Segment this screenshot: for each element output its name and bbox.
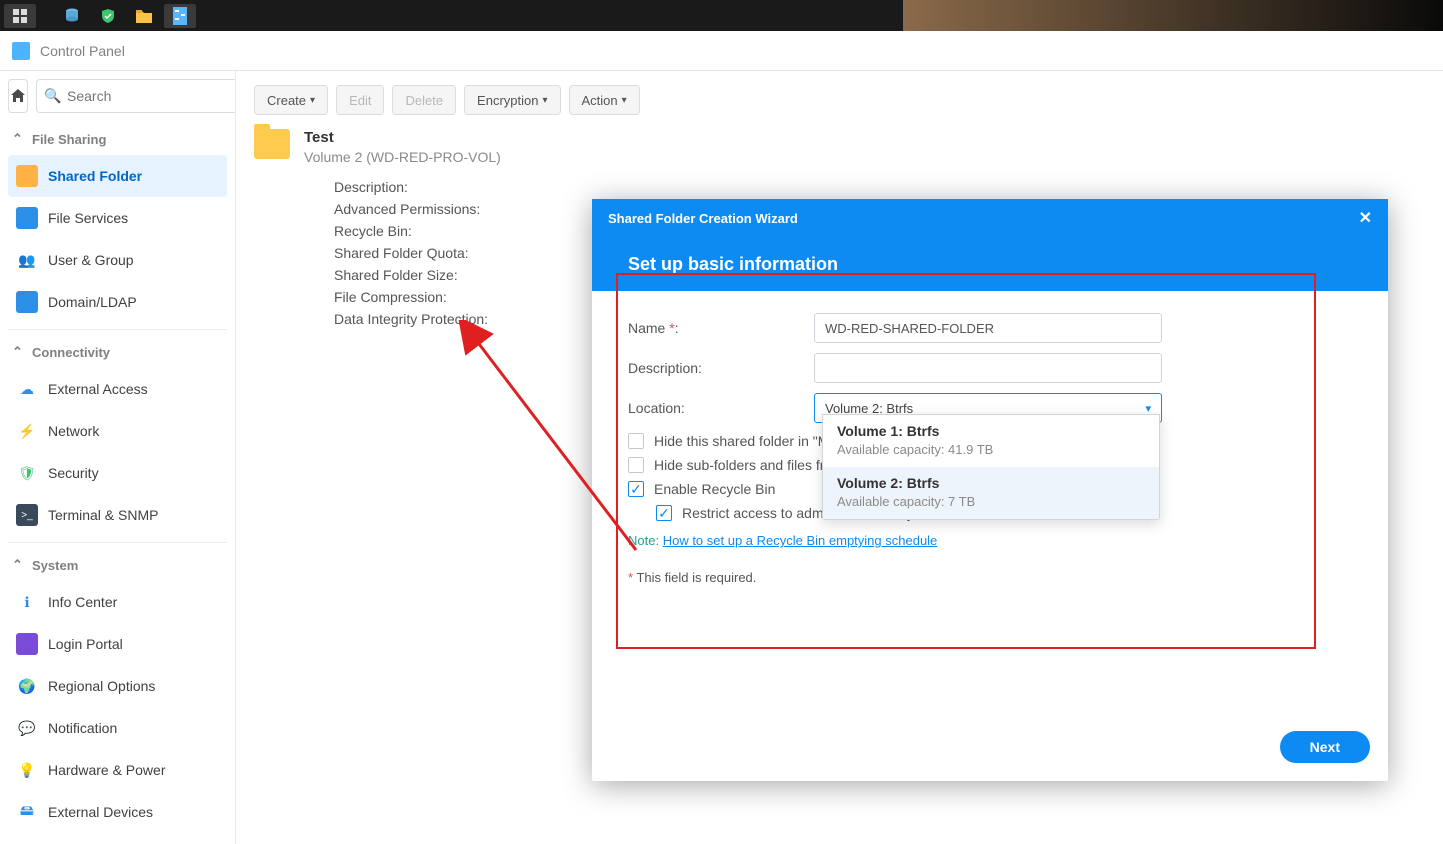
sidebar-item-file-services[interactable]: File Services [8, 197, 227, 239]
dropdown-option-volume2[interactable]: Volume 2: Btrfs Available capacity: 7 TB [823, 467, 1159, 519]
info-icon: ℹ [16, 591, 38, 613]
taskbar-bg [903, 0, 1443, 31]
window-header: Control Panel [0, 31, 1443, 71]
taskbar [0, 0, 1443, 31]
taskbar-apps-icon[interactable] [4, 4, 36, 28]
network-icon: ⚡ [16, 420, 38, 442]
app-icon [12, 42, 30, 60]
note-row: Note: How to set up a Recycle Bin emptyi… [628, 533, 1352, 548]
caret-down-icon: ▾ [542, 95, 547, 106]
edit-button[interactable]: Edit [336, 85, 384, 115]
note-link[interactable]: How to set up a Recycle Bin emptying sch… [663, 533, 938, 548]
chevron-up-icon: ⌃ [12, 557, 24, 573]
modal-subtitle: Set up basic information [592, 237, 1388, 291]
bulb-icon: 💡 [16, 759, 38, 781]
checkbox-checked-icon: ✓ [656, 505, 672, 521]
section-connectivity[interactable]: ⌃Connectivity [8, 336, 227, 368]
folder-volume: Volume 2 (WD-RED-PRO-VOL) [304, 149, 501, 165]
chevron-up-icon: ⌃ [12, 131, 24, 147]
file-services-icon [16, 207, 38, 229]
sidebar-item-domain-ldap[interactable]: Domain/LDAP [8, 281, 227, 323]
detail-recycle: Recycle Bin: [334, 223, 501, 239]
search-icon: 🔍 [44, 88, 61, 105]
caret-down-icon: ▾ [1145, 402, 1151, 415]
detail-compression: File Compression: [334, 289, 501, 305]
chevron-up-icon: ⌃ [12, 344, 24, 360]
label-name: Name *: [628, 320, 814, 336]
home-icon [9, 87, 27, 105]
sidebar-item-network[interactable]: ⚡Network [8, 410, 227, 452]
shield-icon: 🛡 [16, 462, 38, 484]
modal-title: Shared Folder Creation Wizard [608, 211, 798, 226]
chat-icon: 💬 [16, 717, 38, 739]
modal-titlebar[interactable]: Shared Folder Creation Wizard ✕ [592, 199, 1388, 237]
encryption-button[interactable]: Encryption▾ [464, 85, 560, 115]
detail-adv-perm: Advanced Permissions: [334, 201, 501, 217]
delete-button[interactable]: Delete [392, 85, 456, 115]
divider [8, 542, 227, 543]
modal-footer: Next [592, 719, 1388, 781]
action-button[interactable]: Action▾ [569, 85, 640, 115]
next-button[interactable]: Next [1280, 731, 1370, 763]
sidebar-item-notification[interactable]: 💬Notification [8, 707, 227, 749]
terminal-icon: >_ [16, 504, 38, 526]
close-icon[interactable]: ✕ [1359, 208, 1372, 228]
window-title: Control Panel [40, 43, 125, 59]
sidebar-item-info-center[interactable]: ℹInfo Center [8, 581, 227, 623]
taskbar-shield-icon[interactable] [92, 4, 124, 28]
caret-down-icon: ▾ [310, 95, 315, 106]
sidebar-item-external-devices[interactable]: 🖴External Devices [8, 791, 227, 833]
name-field[interactable] [814, 313, 1162, 343]
description-field[interactable] [814, 353, 1162, 383]
dropdown-option-volume1[interactable]: Volume 1: Btrfs Available capacity: 41.9… [823, 415, 1159, 467]
users-icon: 👥 [16, 249, 38, 271]
sidebar-item-external-access[interactable]: ☁External Access [8, 368, 227, 410]
globe-icon: 🌍 [16, 675, 38, 697]
search-input[interactable] [36, 79, 236, 113]
folder-icon [254, 129, 290, 159]
cloud-icon: ☁ [16, 378, 38, 400]
sidebar-item-terminal-snmp[interactable]: >_Terminal & SNMP [8, 494, 227, 536]
checkbox-icon [628, 433, 644, 449]
section-file-sharing[interactable]: ⌃File Sharing [8, 123, 227, 155]
ldap-icon [16, 291, 38, 313]
devices-icon: 🖴 [16, 801, 38, 823]
taskbar-files-icon[interactable] [128, 4, 160, 28]
detail-size: Shared Folder Size: [334, 267, 501, 283]
taskbar-control-icon[interactable] [164, 4, 196, 28]
location-dropdown: Volume 1: Btrfs Available capacity: 41.9… [822, 414, 1160, 520]
sidebar-item-security[interactable]: 🛡Security [8, 452, 227, 494]
sidebar-item-login-portal[interactable]: Login Portal [8, 623, 227, 665]
sidebar-item-user-group[interactable]: 👥User & Group [8, 239, 227, 281]
label-description: Description: [628, 360, 814, 376]
section-system[interactable]: ⌃System [8, 549, 227, 581]
sidebar-item-regional-options[interactable]: 🌍Regional Options [8, 665, 227, 707]
folder-name: Test [304, 129, 501, 146]
divider [8, 329, 227, 330]
detail-integrity: Data Integrity Protection: [334, 311, 501, 327]
detail-quota: Shared Folder Quota: [334, 245, 501, 261]
create-button[interactable]: Create▾ [254, 85, 328, 115]
home-button[interactable] [8, 79, 28, 113]
detail-description: Description: [334, 179, 501, 195]
toolbar: Create▾ Edit Delete Encryption▾ Action▾ [254, 85, 1425, 115]
caret-down-icon: ▾ [622, 95, 627, 106]
sidebar-item-hardware-power[interactable]: 💡Hardware & Power [8, 749, 227, 791]
label-location: Location: [628, 400, 814, 416]
checkbox-icon [628, 457, 644, 473]
taskbar-storage-icon[interactable] [56, 4, 88, 28]
checkbox-checked-icon: ✓ [628, 481, 644, 497]
portal-icon [16, 633, 38, 655]
required-note: * This field is required. [628, 570, 1352, 585]
sidebar-item-shared-folder[interactable]: Shared Folder [8, 155, 227, 197]
sidebar: 🔍 ⌃File Sharing Shared Folder File Servi… [0, 71, 236, 844]
folder-icon [16, 165, 38, 187]
